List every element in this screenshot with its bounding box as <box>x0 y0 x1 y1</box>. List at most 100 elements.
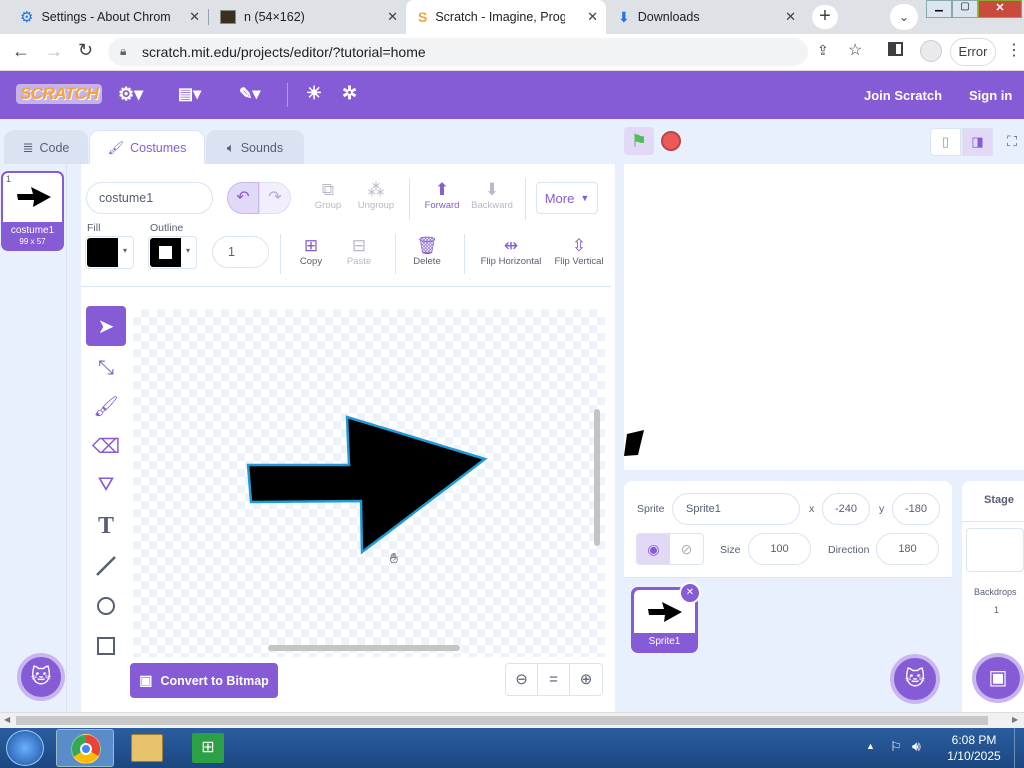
close-icon[interactable]: ✕ <box>587 9 598 25</box>
settings-gear-icon[interactable]: ⚙▾ <box>118 84 143 105</box>
tab-search-button[interactable]: ⌄ <box>890 4 918 30</box>
menu-icon[interactable]: ⋮ <box>1006 40 1022 60</box>
costume-tile[interactable]: 1 costume1 99 x 57 <box>1 171 64 251</box>
backward-button[interactable]: ⬇ Backward <box>467 180 517 211</box>
outline-width-input[interactable]: 1 <box>212 236 269 268</box>
zoom-out-button[interactable]: ⊖ <box>506 664 538 695</box>
choose-backdrop-button[interactable]: ▣ <box>972 653 1024 703</box>
line-tool[interactable] <box>86 546 126 586</box>
stop-button[interactable] <box>661 131 681 151</box>
vertical-scrollbar[interactable] <box>594 409 600 546</box>
normal-stage-button[interactable]: ◨ <box>962 128 993 156</box>
flip-horizontal-button[interactable]: ⇹ Flip Horizontal <box>475 236 547 267</box>
stage-thumbnail[interactable] <box>966 528 1024 572</box>
edit-pencil-icon[interactable]: ✎▾ <box>239 84 260 104</box>
minimize-button[interactable]: ▁ <box>926 0 952 18</box>
sign-in-link[interactable]: Sign in <box>969 88 1012 103</box>
costume-name-input[interactable]: costume1 <box>86 182 213 214</box>
side-panel-icon[interactable] <box>888 42 903 56</box>
file-explorer-icon[interactable] <box>131 734 163 762</box>
maximize-button[interactable]: ▢ <box>952 0 978 18</box>
reload-icon[interactable]: ↻ <box>78 40 93 61</box>
paste-button[interactable]: ⊟ Paste <box>337 236 381 267</box>
forward-icon[interactable]: → <box>45 41 63 62</box>
zoom-reset-button[interactable]: = <box>538 664 570 695</box>
scroll-right-icon[interactable]: ▶ <box>1012 715 1018 724</box>
reshape-tool[interactable]: ⤡ <box>86 348 126 388</box>
eye-icon[interactable]: ◉ <box>637 534 670 564</box>
sprite-on-stage[interactable] <box>624 430 646 470</box>
choose-costume-button[interactable]: 🐱︎ <box>17 653 65 701</box>
forward-button[interactable]: ⬆ Forward <box>421 180 463 211</box>
tab-sounds[interactable]: 🔈︎ Sounds <box>206 130 304 164</box>
eye-hidden-icon[interactable]: ⊘ <box>670 534 703 564</box>
paint-canvas[interactable]: ✋︎ <box>133 309 605 657</box>
y-input[interactable]: -180 <box>892 493 940 525</box>
bookmark-star-icon[interactable]: ☆ <box>848 40 862 60</box>
show-desktop-button[interactable] <box>1014 728 1024 768</box>
page-horizontal-scrollbar[interactable]: ◀ ▶ <box>0 712 1024 728</box>
stage-selector[interactable]: Stage Backdrops 1 ▣ <box>962 481 1024 712</box>
tab-costumes[interactable]: 🖌︎ Costumes <box>89 130 205 165</box>
zoom-in-button[interactable]: ⊕ <box>570 664 602 695</box>
store-icon[interactable]: ⊞ <box>192 733 224 763</box>
address-bar[interactable]: 🔒︎ scratch.mit.edu/projects/editor/?tuto… <box>108 38 808 66</box>
sprite-name-input[interactable]: Sprite1 <box>672 493 800 525</box>
tab-scratch[interactable]: S Scratch - Imagine, Program ✕ <box>406 0 606 34</box>
close-icon[interactable]: ✕ <box>785 9 796 25</box>
error-button[interactable]: Error <box>950 38 996 66</box>
flip-vertical-button[interactable]: ⇳ Flip Vertical <box>549 236 609 267</box>
size-input[interactable]: 100 <box>748 533 811 565</box>
scroll-left-icon[interactable]: ◀ <box>4 715 10 724</box>
green-flag-button[interactable]: ⚑ <box>624 127 654 155</box>
delete-sprite-button[interactable]: ✕ <box>679 582 701 604</box>
scratch-logo[interactable]: SCRATCH <box>16 84 103 104</box>
chrome-taskbar-icon[interactable] <box>56 729 114 767</box>
eraser-tool[interactable]: ⌫ <box>86 426 126 466</box>
join-scratch-link[interactable]: Join Scratch <box>864 88 942 103</box>
tray-arrow-icon[interactable]: ▲ <box>866 741 875 751</box>
direction-input[interactable]: 180 <box>876 533 939 565</box>
horizontal-scrollbar[interactable] <box>268 645 460 651</box>
close-window-button[interactable]: ✕ <box>978 0 1022 18</box>
lightbulb-icon[interactable]: ☀ <box>306 83 322 104</box>
close-icon[interactable]: ✕ <box>387 9 398 25</box>
copy-button[interactable]: ⊞ Copy <box>289 236 333 267</box>
volume-icon[interactable]: 🔊︎ <box>912 738 921 755</box>
file-menu-icon[interactable]: ▤▾ <box>178 84 201 104</box>
tab-settings[interactable]: ⚙ Settings - About Chrome ✕ <box>8 0 208 34</box>
start-button[interactable] <box>6 730 44 766</box>
tab-downloads[interactable]: ⬇ Downloads ✕ <box>606 0 804 34</box>
ungroup-button[interactable]: ⁂ Ungroup <box>351 180 401 211</box>
circle-tool[interactable] <box>86 586 126 626</box>
fullscreen-button[interactable]: ⛶ <box>1000 128 1024 156</box>
fill-color-picker[interactable]: ▾ <box>85 236 134 269</box>
x-input[interactable]: -240 <box>822 493 870 525</box>
fill-tool[interactable]: ⛛ <box>86 465 126 505</box>
choose-sprite-button[interactable]: 🐱︎ <box>890 654 940 704</box>
small-stage-button[interactable]: ▯ <box>930 128 961 156</box>
arrow-costume-shape[interactable] <box>243 413 493 559</box>
new-tab-button[interactable]: + <box>812 5 838 29</box>
close-icon[interactable]: ✕ <box>189 9 200 25</box>
share-icon[interactable]: ⇪ <box>817 42 829 59</box>
rectangle-tool[interactable] <box>86 626 126 666</box>
stage-canvas[interactable] <box>624 164 1024 470</box>
text-tool[interactable]: T <box>86 506 126 546</box>
select-tool[interactable]: ➤ <box>86 306 126 346</box>
tab-code[interactable]: ≣ Code <box>4 130 88 164</box>
outline-color-picker[interactable]: ▾ <box>148 236 197 269</box>
debug-icon[interactable]: ✲ <box>342 83 357 104</box>
back-icon[interactable]: ← <box>12 41 30 62</box>
convert-to-bitmap-button[interactable]: ▣ Convert to Bitmap <box>130 663 278 698</box>
undo-button[interactable]: ↶ <box>227 182 259 214</box>
group-button[interactable]: ⧉ Group <box>311 180 345 211</box>
network-icon[interactable]: ⚐ <box>890 739 902 755</box>
redo-button[interactable]: ↷ <box>259 182 291 214</box>
brush-tool[interactable]: 🖌︎ <box>86 386 126 426</box>
show-sprite-toggle[interactable]: ◉ ⊘ <box>636 533 704 565</box>
profile-avatar[interactable] <box>920 40 942 62</box>
tab-image[interactable]: n (54×162) ✕ <box>208 0 406 34</box>
more-button[interactable]: More ▼ <box>536 182 598 214</box>
delete-button[interactable]: 🗑︎ Delete <box>405 236 449 267</box>
